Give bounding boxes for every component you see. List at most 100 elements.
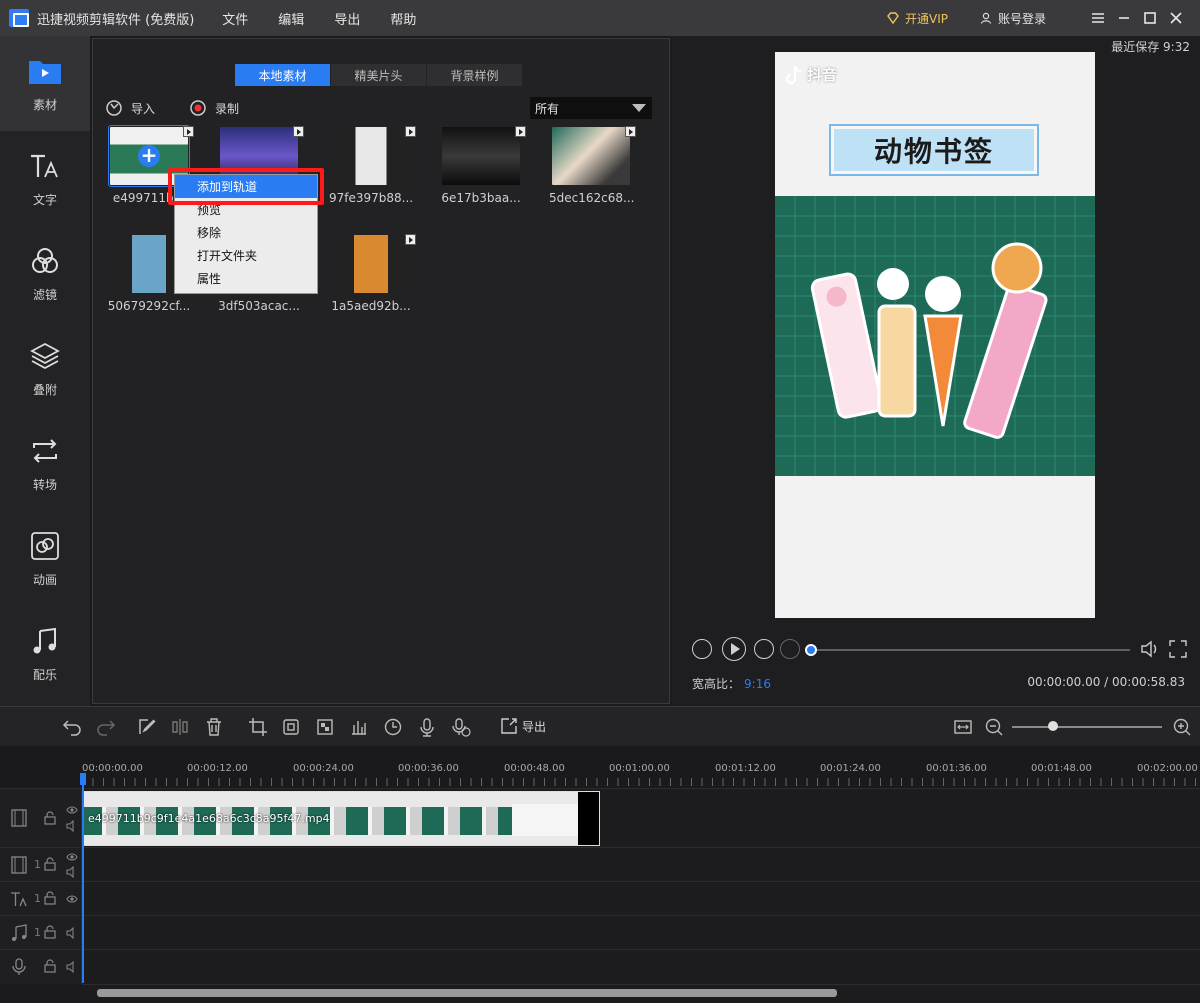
thumbnail-name: 5dec162c68... [549, 191, 635, 205]
ruler-label: 00:01:24.00 [820, 763, 881, 774]
lock-icon[interactable] [44, 925, 56, 942]
media-thumbnail[interactable]: 5dec162c68... [549, 126, 636, 205]
zoom-slider-handle[interactable] [1048, 721, 1058, 731]
undo-icon[interactable] [62, 717, 82, 737]
media-thumbnail[interactable]: 97fe397b88... [329, 126, 416, 205]
speaker-icon[interactable] [66, 926, 78, 942]
media-thumbnail[interactable]: 1a5aed92b... [329, 234, 416, 313]
split-icon[interactable] [170, 717, 190, 737]
resize-icon[interactable] [281, 717, 301, 737]
text-icon [28, 149, 62, 183]
add-icon[interactable]: + [138, 145, 160, 167]
menu-bar: 文件 编辑 导出 帮助 [222, 9, 446, 28]
menu-icon[interactable] [1086, 6, 1110, 30]
timeline-ruler[interactable]: 00:00:00.00 00:00:12.00 00:00:24.00 00:0… [0, 746, 1200, 788]
vip-button[interactable]: 开通VIP [887, 10, 948, 27]
ruler-label: 00:00:12.00 [187, 763, 248, 774]
speaker-icon[interactable] [66, 865, 78, 881]
prev-frame-icon[interactable] [692, 639, 712, 659]
menu-help[interactable]: 帮助 [390, 9, 416, 28]
close-icon[interactable] [1164, 6, 1188, 30]
minimize-icon[interactable] [1112, 6, 1136, 30]
clip-label: e499711b9c9f1e4a1e68a6c3c8a95f47.mp4 [88, 812, 330, 825]
preview-panel: 最近保存 9:32 抖音 动物书签 宽高比： 9:16 00:00:00.00 … [672, 36, 1200, 706]
video-type-icon [405, 234, 416, 245]
tab-backgrounds[interactable]: 背景样例 [427, 64, 523, 86]
sidebar-item-overlay[interactable]: 叠附 [0, 321, 90, 416]
next-frame-icon[interactable] [754, 639, 774, 659]
timeline-clip[interactable]: e499711b9c9f1e4a1e68a6c3c8a95f47.mp4 [83, 791, 600, 846]
fit-width-icon[interactable] [953, 717, 973, 737]
redo-icon[interactable] [96, 717, 116, 737]
thumbnail-name: 3df503acac... [218, 299, 300, 313]
timeline-scrollbar[interactable] [82, 984, 1200, 1000]
speaker-icon[interactable] [66, 960, 78, 976]
user-icon [980, 12, 992, 24]
sidebar-item-material[interactable]: 素材 [0, 36, 90, 131]
volume-icon[interactable] [1140, 639, 1160, 659]
clock-icon[interactable] [383, 717, 403, 737]
lock-icon[interactable] [44, 811, 56, 828]
import-button[interactable]: 导入 [105, 99, 155, 117]
voice-text-icon[interactable] [451, 717, 471, 737]
sidebar-label: 滤镜 [32, 288, 57, 302]
eye-icon[interactable] [66, 894, 78, 907]
ctx-properties[interactable]: 属性 [175, 267, 317, 290]
video-banner: 动物书签 [831, 126, 1037, 174]
edit-icon[interactable] [137, 717, 157, 737]
playback-progress-track[interactable] [812, 649, 1130, 651]
lock-icon[interactable] [44, 857, 56, 874]
lock-icon[interactable] [44, 959, 56, 976]
login-button[interactable]: 账号登录 [980, 10, 1046, 27]
lock-icon[interactable] [44, 891, 56, 908]
export-label: 导出 [522, 719, 547, 734]
fullscreen-icon[interactable] [1168, 639, 1188, 659]
menu-edit[interactable]: 编辑 [278, 9, 304, 28]
maximize-icon[interactable] [1138, 6, 1162, 30]
track-header: 1 [0, 916, 82, 949]
zoom-out-icon[interactable] [984, 717, 1004, 737]
menu-export[interactable]: 导出 [334, 9, 360, 28]
record-button[interactable]: 录制 [189, 99, 239, 117]
record-label: 录制 [215, 101, 240, 116]
delete-icon[interactable] [204, 717, 224, 737]
stop-icon[interactable] [780, 639, 800, 659]
play-icon[interactable] [722, 637, 746, 661]
music-icon [28, 624, 62, 658]
timeline-toolbar: 导出 [0, 706, 1200, 746]
eye-icon[interactable] [66, 852, 78, 865]
sidebar-item-filter[interactable]: 滤镜 [0, 226, 90, 321]
text-icon [10, 890, 28, 911]
export-button[interactable]: 导出 [500, 717, 546, 735]
crop-icon[interactable] [248, 717, 268, 737]
sidebar-item-transition[interactable]: 转场 [0, 416, 90, 511]
sidebar-item-animation[interactable]: 动画 [0, 511, 90, 606]
zoom-in-icon[interactable] [1172, 717, 1192, 737]
audio-level-icon[interactable] [349, 717, 369, 737]
menu-file[interactable]: 文件 [222, 9, 248, 28]
ctx-open-folder[interactable]: 打开文件夹 [175, 244, 317, 267]
import-icon [106, 100, 122, 116]
tab-local-media[interactable]: 本地素材 [235, 64, 331, 86]
media-filter-select[interactable]: 所有 [530, 97, 652, 119]
sidebar-item-text[interactable]: 文字 [0, 131, 90, 226]
ctx-remove[interactable]: 移除 [175, 221, 317, 244]
speaker-icon[interactable] [66, 819, 78, 835]
sidebar-item-music[interactable]: 配乐 [0, 606, 90, 701]
media-thumbnail[interactable]: 6e17b3baa... [439, 126, 526, 205]
playhead[interactable] [82, 773, 84, 983]
zoom-slider-track[interactable] [1012, 726, 1162, 728]
text-track: 1 [0, 881, 1200, 915]
music-track: 1 [0, 915, 1200, 949]
playback-progress-handle[interactable] [805, 644, 817, 656]
transition-icon [28, 434, 62, 468]
ruler-label: 00:01:12.00 [715, 763, 776, 774]
mosaic-icon[interactable] [315, 717, 335, 737]
scrollbar-thumb[interactable] [97, 989, 837, 997]
ruler-label: 00:01:00.00 [609, 763, 670, 774]
aspect-value[interactable]: 9:16 [744, 677, 771, 691]
clip-frames-end [512, 804, 578, 836]
eye-icon[interactable] [66, 805, 78, 818]
microphone-icon[interactable] [417, 717, 437, 737]
tab-intros[interactable]: 精美片头 [331, 64, 427, 86]
